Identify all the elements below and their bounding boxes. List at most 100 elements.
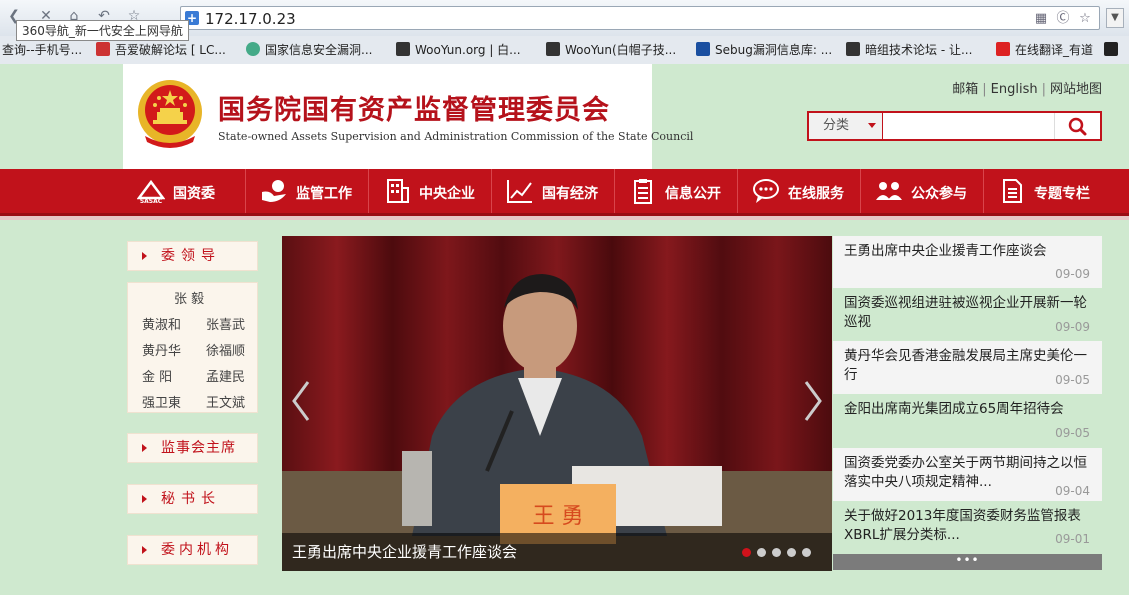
search-box: 分类 [807,111,1102,141]
news-title[interactable]: 王勇出席中央企业援青工作座谈会 [844,242,1094,261]
nav-item-special-topics[interactable]: 专题专栏 [984,169,1107,213]
sidebar-heading-label: 秘书长 [161,491,221,507]
mail-link[interactable]: 邮箱 [952,82,978,97]
nav-item-state-economy[interactable]: 国有经济 [492,169,615,213]
nav-item-supervision[interactable]: 监管工作 [246,169,369,213]
nav-item-label: 在线服务 [788,186,844,202]
search-category-label: 分类 [823,118,850,133]
arrow-right-icon [142,546,147,554]
chevron-down-icon [868,123,876,128]
sidebar-heading-secretary-general[interactable]: 秘书长 [127,484,258,514]
carousel-dot[interactable] [802,548,811,557]
search-button[interactable] [1054,113,1100,139]
bookmark-favicon-icon [846,42,860,56]
carousel-prev-button[interactable] [286,376,316,426]
nav-item-public-participation[interactable]: 公众参与 [861,169,984,213]
leader-link[interactable]: 强卫東 [142,392,181,411]
bookmark-item[interactable]: 查询--手机号... [2,42,82,58]
bookmark-item[interactable]: WooYun(白帽子技... [546,42,676,58]
news-title[interactable]: 金阳出席南光集团成立65周年招待会 [844,400,1094,419]
tooltip: 360导航_新一代安全上网导航 [16,20,189,41]
nav-item-central-enterprises[interactable]: 中央企业 [369,169,492,213]
nav-item-online-service[interactable]: 在线服务 [738,169,861,213]
carousel-dot[interactable] [757,548,766,557]
bookmark-item[interactable]: WooYun.org | 白... [396,42,521,58]
news-more-button[interactable]: ••• [833,554,1102,570]
leader-link[interactable]: 黄丹华 [142,340,181,359]
news-carousel[interactable]: 王 勇 王勇出席中央企业援青工作座谈会 [282,236,832,571]
browser-menu-button[interactable]: ▼ [1106,8,1124,28]
bookmark-item[interactable]: 暗组技术论坛 - 让... [846,42,972,58]
nav-item-label: 专题专栏 [1034,186,1090,202]
svg-text:SASAC: SASAC [140,198,163,204]
qr-code-icon[interactable]: ▦ [1033,11,1049,27]
news-date: 09-09 [1055,267,1090,281]
url-field[interactable]: + 172.17.0.23 ▦ Ⓒ ☆ [180,6,1100,30]
bookmark-item[interactable]: 在线翻译_有道 [996,42,1093,58]
chat-icon [753,179,779,203]
nav-item-sasac[interactable]: SASAC 国资委 [123,169,246,213]
carousel-caption-bar: 王勇出席中央企业援青工作座谈会 [282,533,832,571]
bookmark-favicon-icon [696,42,710,56]
arrow-right-icon [142,495,147,503]
leader-link[interactable]: 徐福顺 [206,340,245,359]
carousel-caption[interactable]: 王勇出席中央企业援青工作座谈会 [292,541,517,562]
leader-link[interactable]: 王文斌 [206,392,245,411]
leader-link[interactable]: 张 毅 [174,288,204,307]
people-icon [876,182,902,200]
carousel-dot[interactable] [787,548,796,557]
browser-chrome: ❮ ✕ ⌂ ↶ ☆ + 172.17.0.23 ▦ Ⓒ ☆ ▼ 360导航_新一… [0,0,1129,64]
leader-link[interactable]: 张喜武 [206,314,245,333]
site-logo[interactable]: 国务院国有资产监督管理委员会 State-owned Assets Superv… [123,64,693,169]
carousel-next-button[interactable] [798,376,828,426]
news-item[interactable]: 王勇出席中央企业援青工作座谈会 09-09 [833,236,1102,288]
leader-link[interactable]: 孟建民 [206,366,245,385]
bookmark-favicon-icon [546,42,560,56]
url-text[interactable]: 172.17.0.23 [205,10,296,28]
sidebar-heading-internal-departments[interactable]: 委内机构 [127,535,258,565]
sidebar-heading-label: 监事会主席 [161,440,236,456]
english-link[interactable]: English [991,82,1038,97]
sasac-logo-icon: SASAC [137,179,165,204]
arrow-right-icon [142,252,147,260]
sitemap-link[interactable]: 网站地图 [1050,82,1102,97]
news-date: 09-05 [1055,426,1090,440]
news-date: 09-04 [1055,484,1090,498]
nav-item-label: 监管工作 [296,186,352,202]
sidebar-heading-supervisory-chair[interactable]: 监事会主席 [127,433,258,463]
bookmark-item[interactable]: Sebug漏洞信息库: ... [696,42,832,58]
bookmark-label: 在线翻译_有道 [1015,43,1094,57]
bookmark-favicon-icon [1104,42,1118,56]
bookmark-label: 暗组技术论坛 - 让... [865,43,973,57]
news-item[interactable]: 金阳出席南光集团成立65周年招待会 09-05 [833,394,1102,447]
bookmark-item[interactable]: 国家信息安全漏洞... [246,42,372,58]
bookmark-star-icon[interactable]: ☆ [1077,11,1093,27]
news-date: 09-09 [1055,320,1090,334]
sidebar-heading-leaders[interactable]: 委领导 [127,241,258,271]
search-category-select[interactable]: 分类 [809,113,883,139]
news-item[interactable]: 关于做好2013年度国资委财务监管报表XBRL扩展分类标... 09-01 [833,501,1102,554]
news-date: 09-01 [1055,532,1090,546]
carousel-dot[interactable] [742,548,751,557]
search-input[interactable] [884,115,1054,137]
bookmark-label: WooYun(白帽子技... [565,43,677,57]
bookmark-label: Sebug漏洞信息库: ... [715,43,833,57]
bookmark-item[interactable]: 吾爱破解论坛 [ LC... [96,42,226,58]
document-icon [1003,179,1022,203]
bookmark-favicon-icon [96,42,110,56]
bookmark-favicon-icon [246,42,260,56]
nameplate-text: 王 勇 [533,504,584,529]
news-item[interactable]: 国资委党委办公室关于两节期间持之以恒落实中央八项规定精神... 09-04 [833,448,1102,501]
arrow-right-icon [142,444,147,452]
bookmark-item[interactable] [1104,42,1123,58]
nav-item-info-disclosure[interactable]: 信息公开 [615,169,738,213]
top-links: 邮箱 | English | 网站地图 [952,82,1102,97]
compat-mode-icon[interactable]: Ⓒ [1055,11,1071,27]
news-item[interactable]: 国资委巡视组进驻被巡视企业开展新一轮巡视 09-09 [833,288,1102,340]
news-item[interactable]: 黄丹华会见香港金融发展局主席史美伦一行 09-05 [833,341,1102,394]
carousel-dot[interactable] [772,548,781,557]
nav-item-label: 国资委 [173,186,215,202]
sidebar-heading-label: 委领导 [161,248,221,264]
leader-link[interactable]: 金 阳 [142,366,172,385]
leader-link[interactable]: 黄淑和 [142,314,181,333]
